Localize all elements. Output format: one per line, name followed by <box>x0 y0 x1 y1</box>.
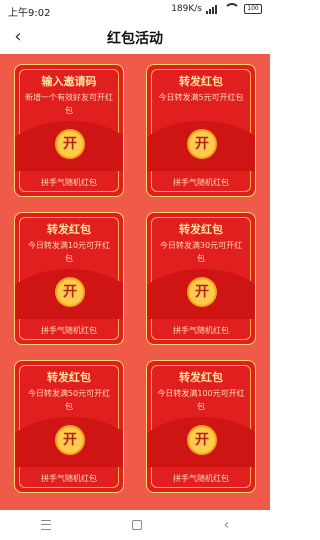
status-indicators: 189K/s 100 <box>171 3 262 14</box>
nav-bar: ‹ 红包活动 <box>0 20 270 54</box>
open-button[interactable]: 开 <box>187 277 217 307</box>
menu-icon[interactable] <box>40 520 51 530</box>
card-title: 转发红包 <box>179 223 223 236</box>
redpacket-card-share-5[interactable]: 转发红包 今日转发满5元可开红包 开 拼手气随机红包 <box>146 64 256 197</box>
open-button[interactable]: 开 <box>187 425 217 455</box>
card-title: 输入邀请码 <box>41 75 97 88</box>
card-body: 转发红包 今日转发满100元可开红包 开 拼手气随机红包 <box>146 360 256 493</box>
card-title: 转发红包 <box>179 75 223 88</box>
card-description: 新增一个有效好友可开红包 <box>25 93 113 115</box>
status-bar: 上午9:02 189K/s 100 <box>0 0 270 20</box>
redpacket-grid: 输入邀请码 新增一个有效好友可开红包 开 拼手气随机红包 转发红包 今日转发满5… <box>0 54 270 510</box>
card-body: 转发红包 今日转发满5元可开红包 开 拼手气随机红包 <box>146 64 256 197</box>
redpacket-card-invite[interactable]: 输入邀请码 新增一个有效好友可开红包 开 拼手气随机红包 <box>14 64 124 197</box>
card-footer: 拼手气随机红包 <box>41 474 97 483</box>
card-title: 转发红包 <box>47 223 91 236</box>
home-icon[interactable] <box>132 520 143 530</box>
battery-icon: 100 <box>244 3 262 14</box>
card-body: 转发红包 今日转发满10元可开红包 开 拼手气随机红包 <box>14 212 124 345</box>
redpacket-card-share-100[interactable]: 转发红包 今日转发满100元可开红包 开 拼手气随机红包 <box>146 360 256 493</box>
open-button[interactable]: 开 <box>55 425 85 455</box>
open-button[interactable]: 开 <box>187 129 217 159</box>
card-footer: 拼手气随机红包 <box>173 326 229 335</box>
open-button[interactable]: 开 <box>55 277 85 307</box>
system-nav-bar: ‹ <box>0 510 270 540</box>
card-description: 今日转发满50元可开红包 <box>27 389 111 411</box>
signal-icon <box>206 4 220 14</box>
card-body: 转发红包 今日转发满50元可开红包 开 拼手气随机红包 <box>14 360 124 493</box>
redpacket-card-share-10[interactable]: 转发红包 今日转发满10元可开红包 开 拼手气随机红包 <box>14 212 124 345</box>
redpacket-card-share-30[interactable]: 转发红包 今日转发满30元可开红包 开 拼手气随机红包 <box>146 212 256 345</box>
redpacket-card-share-50[interactable]: 转发红包 今日转发满50元可开红包 开 拼手气随机红包 <box>14 360 124 493</box>
network-speed: 189K/s <box>171 3 202 14</box>
card-footer: 拼手气随机红包 <box>173 178 229 187</box>
card-description: 今日转发满100元可开红包 <box>157 389 245 411</box>
card-body: 输入邀请码 新增一个有效好友可开红包 开 拼手气随机红包 <box>14 64 124 197</box>
card-body: 转发红包 今日转发满30元可开红包 开 拼手气随机红包 <box>146 212 256 345</box>
status-time: 上午9:02 <box>8 8 51 19</box>
back-icon[interactable]: ‹ <box>224 518 230 532</box>
card-footer: 拼手气随机红包 <box>173 474 229 483</box>
card-description: 今日转发满10元可开红包 <box>27 241 111 263</box>
card-title: 转发红包 <box>47 371 91 384</box>
card-description: 今日转发满5元可开红包 <box>158 93 244 102</box>
card-footer: 拼手气随机红包 <box>41 326 97 335</box>
card-description: 今日转发满30元可开红包 <box>159 241 243 263</box>
card-title: 转发红包 <box>179 371 223 384</box>
open-button[interactable]: 开 <box>55 129 85 159</box>
wifi-icon <box>224 3 240 14</box>
page-title: 红包活动 <box>107 31 163 47</box>
card-footer: 拼手气随机红包 <box>41 178 97 187</box>
